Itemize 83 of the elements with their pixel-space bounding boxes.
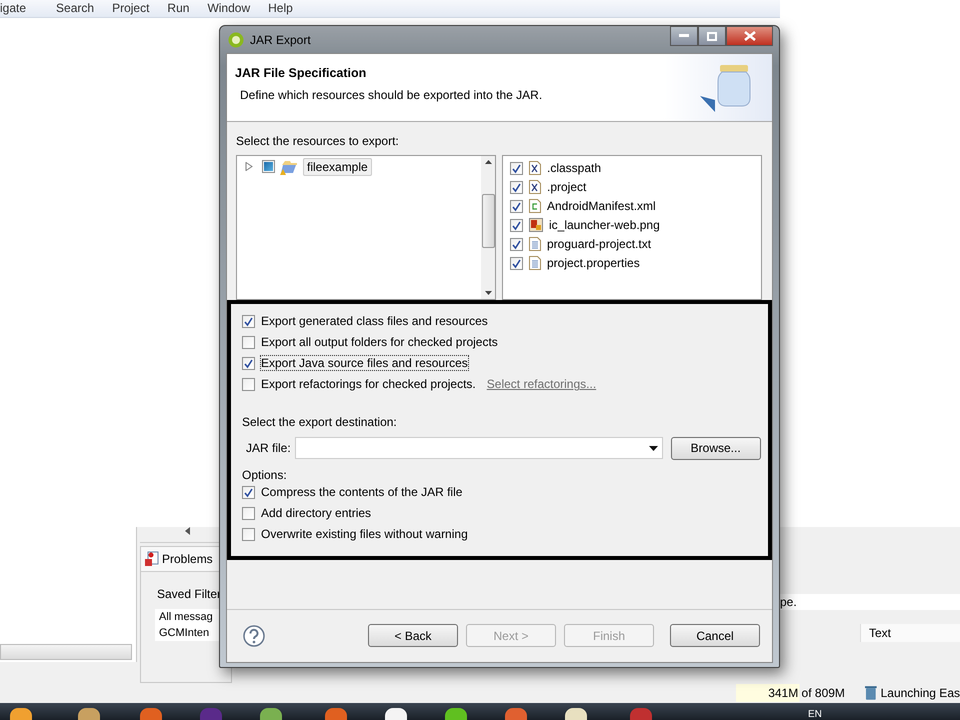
tree-item[interactable]: fileexample <box>303 158 372 176</box>
file-name[interactable]: AndroidManifest.xml <box>547 199 656 214</box>
column-header[interactable]: Text <box>860 624 960 642</box>
saved-filters-label: Saved Filter <box>157 587 222 601</box>
window-title: JAR Export <box>250 32 311 46</box>
trash-icon[interactable] <box>864 685 877 701</box>
checkbox[interactable] <box>262 160 275 174</box>
file-name[interactable]: project.properties <box>547 256 640 270</box>
jar-icon <box>700 62 752 114</box>
menu-item[interactable]: Window <box>207 0 258 17</box>
minimize-button[interactable] <box>670 26 698 46</box>
dialog-button[interactable]: Cancel <box>670 624 760 648</box>
checkbox-label[interactable]: Export Java source files and resources <box>260 355 469 372</box>
field-label: JAR file: <box>246 441 291 456</box>
section-label: Options: <box>242 468 288 482</box>
app-icon[interactable] <box>385 708 407 720</box>
checkbox-label[interactable]: Export all output folders for checked projects <box>260 334 499 350</box>
page-description: Define which resources should be exported into the JAR. <box>240 88 542 102</box>
xml-file-icon <box>529 161 541 176</box>
xml-file-icon <box>529 180 541 194</box>
project-icon <box>280 158 298 175</box>
menu-item[interactable]: Run <box>167 0 198 17</box>
text-file-icon <box>529 237 541 252</box>
checkbox-label[interactable]: Overwrite existing files without warning <box>260 526 469 542</box>
checkbox[interactable] <box>242 378 255 391</box>
app-icon[interactable] <box>260 708 282 720</box>
scroll-left-icon[interactable] <box>185 527 190 535</box>
menu-item[interactable]: Search <box>56 0 102 17</box>
checkbox-label[interactable]: Compress the contents of the JAR file <box>260 484 464 500</box>
menu-item[interactable]: Project <box>112 0 158 17</box>
scroll-down-icon[interactable] <box>484 290 492 295</box>
scrollbar[interactable] <box>0 644 132 660</box>
checkbox-label[interactable]: Export generated class files and resources <box>260 313 489 330</box>
menu-item[interactable]: igate <box>0 0 34 17</box>
app-icon[interactable] <box>445 708 467 720</box>
file-name[interactable]: proguard-project.txt <box>547 237 652 252</box>
browse-button[interactable]: Browse... <box>670 436 761 460</box>
manifest-file-icon <box>529 199 541 214</box>
checkbox-label[interactable]: Add directory entries <box>260 505 372 522</box>
checkbox[interactable] <box>510 218 523 232</box>
select-refactorings-link[interactable]: Select refactorings... <box>486 377 596 392</box>
maximize-icon <box>707 32 717 40</box>
text-file-icon <box>529 256 541 270</box>
dialog-button[interactable]: < Back <box>368 624 458 648</box>
close-button[interactable] <box>726 26 773 46</box>
checkbox[interactable] <box>510 180 523 194</box>
tab-label: Problems <box>162 552 213 566</box>
checkbox[interactable] <box>510 238 523 251</box>
scroll-up-icon[interactable] <box>484 160 492 164</box>
checkbox[interactable] <box>242 336 255 349</box>
expand-arrow-icon[interactable] <box>245 162 253 172</box>
checkbox[interactable] <box>242 486 255 499</box>
file-name[interactable]: ic_launcher-web.png <box>549 218 660 232</box>
status-text: Launching Eas <box>880 686 960 700</box>
maximize-button[interactable] <box>698 26 726 46</box>
file-name[interactable]: .classpath <box>547 161 602 176</box>
checkbox[interactable] <box>242 528 255 541</box>
image-file-icon <box>529 218 543 232</box>
minimize-icon <box>679 34 689 38</box>
scrollbar[interactable] <box>481 156 495 299</box>
section-label: Select the export destination: <box>242 414 398 429</box>
checkbox[interactable] <box>242 356 255 370</box>
section-label: Select the resources to export: <box>235 134 400 148</box>
dropdown-icon[interactable] <box>648 446 658 451</box>
message-text: pe. <box>780 594 960 610</box>
file-name[interactable]: .project <box>547 180 586 194</box>
jar-file-field[interactable] <box>294 437 663 460</box>
checkbox[interactable] <box>510 162 523 175</box>
help-icon[interactable] <box>243 624 265 647</box>
menu-item[interactable]: Help <box>268 0 301 17</box>
app-icon[interactable] <box>565 708 587 720</box>
checkbox[interactable] <box>242 314 255 328</box>
page-heading: JAR File Specification <box>235 66 368 80</box>
checkbox[interactable] <box>510 200 523 213</box>
checkbox[interactable] <box>242 506 255 520</box>
checkbox-label[interactable]: Export refactorings for checked projects. <box>260 376 477 392</box>
error-list-icon <box>145 551 159 567</box>
app-icon <box>228 32 244 48</box>
language-indicator[interactable]: EN <box>808 709 822 720</box>
app-icon[interactable] <box>10 708 32 720</box>
close-icon <box>744 31 756 41</box>
app-icon[interactable] <box>78 708 100 720</box>
checkbox[interactable] <box>510 256 523 270</box>
